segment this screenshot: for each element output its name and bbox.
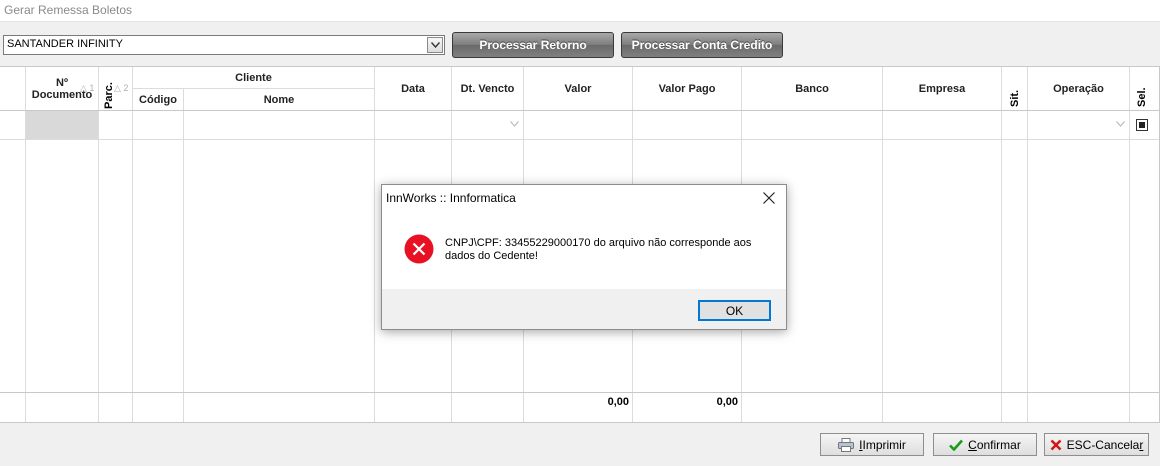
header-empresa[interactable]: Empresa <box>883 83 1001 95</box>
cancel-button[interactable]: ESC-Cancelar <box>1044 433 1149 456</box>
dialog-footer: OK <box>382 289 786 329</box>
cancel-label: ESC-Cancela <box>1066 437 1140 452</box>
error-icon <box>404 234 434 264</box>
process-return-button[interactable]: Processar Retorno <box>452 32 614 58</box>
select-all-checkbox[interactable] <box>1136 119 1148 131</box>
dialog-message: CNPJ\CPF: 33455229000170 do arquivo não … <box>445 237 752 262</box>
header-valor-pago[interactable]: Valor Pago <box>633 83 741 95</box>
bank-select-value: SANTANDER INFINITY <box>7 38 123 50</box>
toolbar: SANTANDER INFINITY Processar Retorno Pro… <box>0 22 1160 66</box>
grid-col-line <box>132 67 133 422</box>
header-data[interactable]: Data <box>375 83 451 95</box>
total-valor-pago: 0,00 <box>716 396 738 408</box>
confirm-button[interactable]: Confirmar <box>933 433 1037 456</box>
print-button[interactable]: IImprimir <box>820 433 924 456</box>
process-credit-button[interactable]: Processar Conta Credito <box>621 32 783 58</box>
header-sit[interactable]: Sit. <box>1009 90 1021 107</box>
close-red-icon <box>1050 439 1062 450</box>
grid-col-line <box>98 67 99 422</box>
error-dialog: InnWorks :: Innformatica CNPJ\CPF: 33455… <box>381 184 787 330</box>
sort-indicator: △ 1 <box>80 83 95 93</box>
header-sel[interactable]: Sel. <box>1136 87 1148 107</box>
footer-bar: IImprimir Confirmar ESC-Cancelar <box>0 423 1160 466</box>
chevron-down-icon[interactable] <box>427 37 443 53</box>
grid-col-line <box>1001 67 1002 422</box>
grid-row-line <box>0 392 1159 393</box>
window-title: Gerar Remessa Boletos <box>0 0 1160 22</box>
close-icon[interactable] <box>760 189 778 207</box>
checkmark-icon <box>949 439 964 451</box>
header-dt-vencto[interactable]: Dt. Vencto <box>452 83 523 95</box>
dialog-title: InnWorks :: Innformatica <box>386 191 516 205</box>
chevron-down-icon[interactable] <box>507 117 521 131</box>
grid-row-line <box>132 88 374 89</box>
printer-icon <box>838 437 855 452</box>
ok-button[interactable]: OK <box>698 300 771 321</box>
grid-row-line <box>0 110 1159 111</box>
checkbox-indeterminate-mark <box>1139 122 1145 128</box>
grid-col-line <box>374 67 375 422</box>
header-codigo[interactable]: Código <box>133 94 183 106</box>
print-label: Imprimir <box>862 437 906 452</box>
grid-row-line <box>0 139 1159 140</box>
confirm-label: onfirmar <box>976 437 1021 452</box>
header-cliente: Cliente <box>235 72 272 84</box>
grid-col-line <box>1129 67 1130 422</box>
chevron-down-icon[interactable] <box>1113 117 1127 131</box>
header-valor[interactable]: Valor <box>524 83 632 95</box>
sort-indicator: △ 2 <box>114 83 129 93</box>
total-valor: 0,00 <box>607 396 629 408</box>
header-nome[interactable]: Nome <box>184 94 374 106</box>
bank-select[interactable]: SANTANDER INFINITY <box>3 35 445 55</box>
grid-col-line <box>882 67 883 422</box>
header-operacao[interactable]: Operação <box>1028 83 1129 95</box>
header-banco[interactable]: Banco <box>742 83 882 95</box>
filter-cell-selected[interactable] <box>26 111 98 139</box>
grid-col-line <box>1027 67 1028 422</box>
